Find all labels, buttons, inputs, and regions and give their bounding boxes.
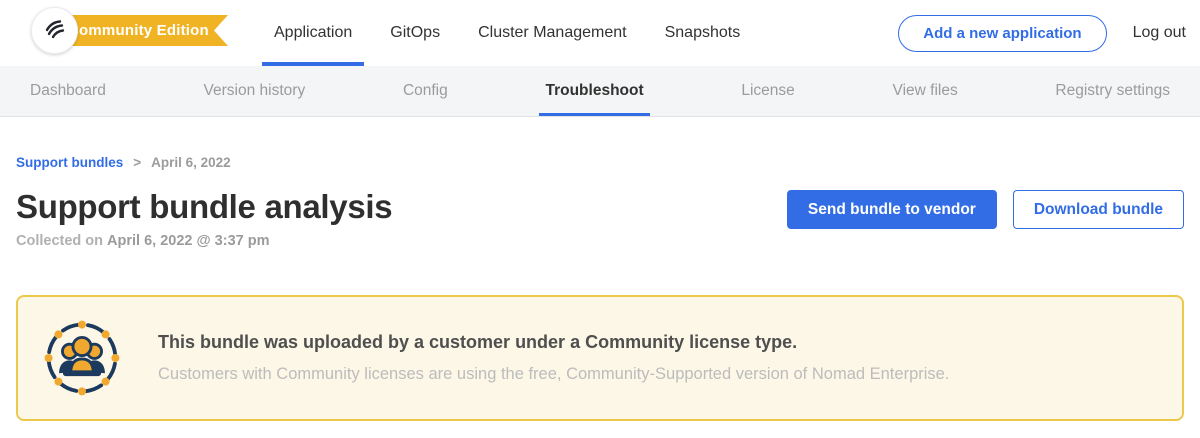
subnav-troubleshoot[interactable]: Troubleshoot — [539, 66, 649, 116]
title-block: Support bundle analysis Collected on Apr… — [16, 188, 392, 249]
subnav-view-files[interactable]: View files — [887, 66, 964, 116]
collected-prefix: Collected on — [16, 233, 103, 249]
banner-text: This bundle was uploaded by a customer u… — [158, 332, 949, 384]
replicated-logo-icon — [42, 15, 68, 46]
nav-snapshots[interactable]: Snapshots — [653, 0, 753, 66]
subnav-license[interactable]: License — [735, 66, 800, 116]
subnav-registry-settings-label: Registry settings — [1055, 82, 1170, 100]
subnav-troubleshoot-label: Troubleshoot — [545, 82, 643, 100]
collected-date: April 6, 2022 @ 3:37 pm — [107, 233, 269, 249]
nav-snapshots-label: Snapshots — [665, 24, 741, 42]
subnav-version-history[interactable]: Version history — [198, 66, 312, 116]
subnav-license-label: License — [741, 82, 794, 100]
subnav-view-files-label: View files — [893, 82, 958, 100]
nav-gitops[interactable]: GitOps — [378, 0, 452, 66]
community-people-icon — [40, 316, 124, 400]
subnav-version-history-label: Version history — [204, 82, 306, 100]
top-header: Community Edition Application GitOps Clu… — [0, 0, 1200, 66]
breadcrumb-current: April 6, 2022 — [151, 155, 231, 170]
logout-link[interactable]: Log out — [1133, 24, 1186, 42]
bundle-actions: Send bundle to vendor Download bundle — [787, 188, 1184, 229]
breadcrumb-support-bundles-link[interactable]: Support bundles — [16, 155, 123, 170]
brand-block: Community Edition — [0, 0, 262, 66]
banner-heading: This bundle was uploaded by a customer u… — [158, 332, 949, 353]
community-edition-label: Community Edition — [68, 22, 209, 39]
subnav-config-label: Config — [403, 82, 448, 100]
download-bundle-button[interactable]: Download bundle — [1013, 190, 1184, 229]
app-subnav: Dashboard Version history Config Trouble… — [0, 66, 1200, 117]
main-content: Support bundles > April 6, 2022 Support … — [0, 155, 1200, 421]
subnav-dashboard-label: Dashboard — [30, 82, 106, 100]
nav-application-label: Application — [274, 24, 352, 42]
subnav-registry-settings[interactable]: Registry settings — [1049, 66, 1176, 116]
header-actions: Add a new application Log out — [898, 0, 1200, 66]
primary-nav: Application GitOps Cluster Management Sn… — [262, 0, 752, 66]
nav-cluster-management-label: Cluster Management — [478, 24, 627, 42]
community-license-banner: This bundle was uploaded by a customer u… — [16, 295, 1184, 421]
add-application-button[interactable]: Add a new application — [898, 15, 1106, 52]
breadcrumb-separator: > — [133, 155, 141, 170]
subnav-dashboard[interactable]: Dashboard — [24, 66, 112, 116]
app-logo[interactable] — [31, 7, 78, 54]
title-row: Support bundle analysis Collected on Apr… — [16, 188, 1184, 249]
nav-cluster-management[interactable]: Cluster Management — [466, 0, 639, 66]
breadcrumb: Support bundles > April 6, 2022 — [16, 155, 1184, 170]
page-title: Support bundle analysis — [16, 188, 392, 226]
nav-gitops-label: GitOps — [390, 24, 440, 42]
banner-subtext: Customers with Community licenses are us… — [158, 365, 949, 384]
collected-timestamp: Collected on April 6, 2022 @ 3:37 pm — [16, 233, 392, 249]
subnav-config[interactable]: Config — [397, 66, 454, 116]
send-bundle-to-vendor-button[interactable]: Send bundle to vendor — [787, 190, 997, 229]
nav-application[interactable]: Application — [262, 0, 364, 66]
